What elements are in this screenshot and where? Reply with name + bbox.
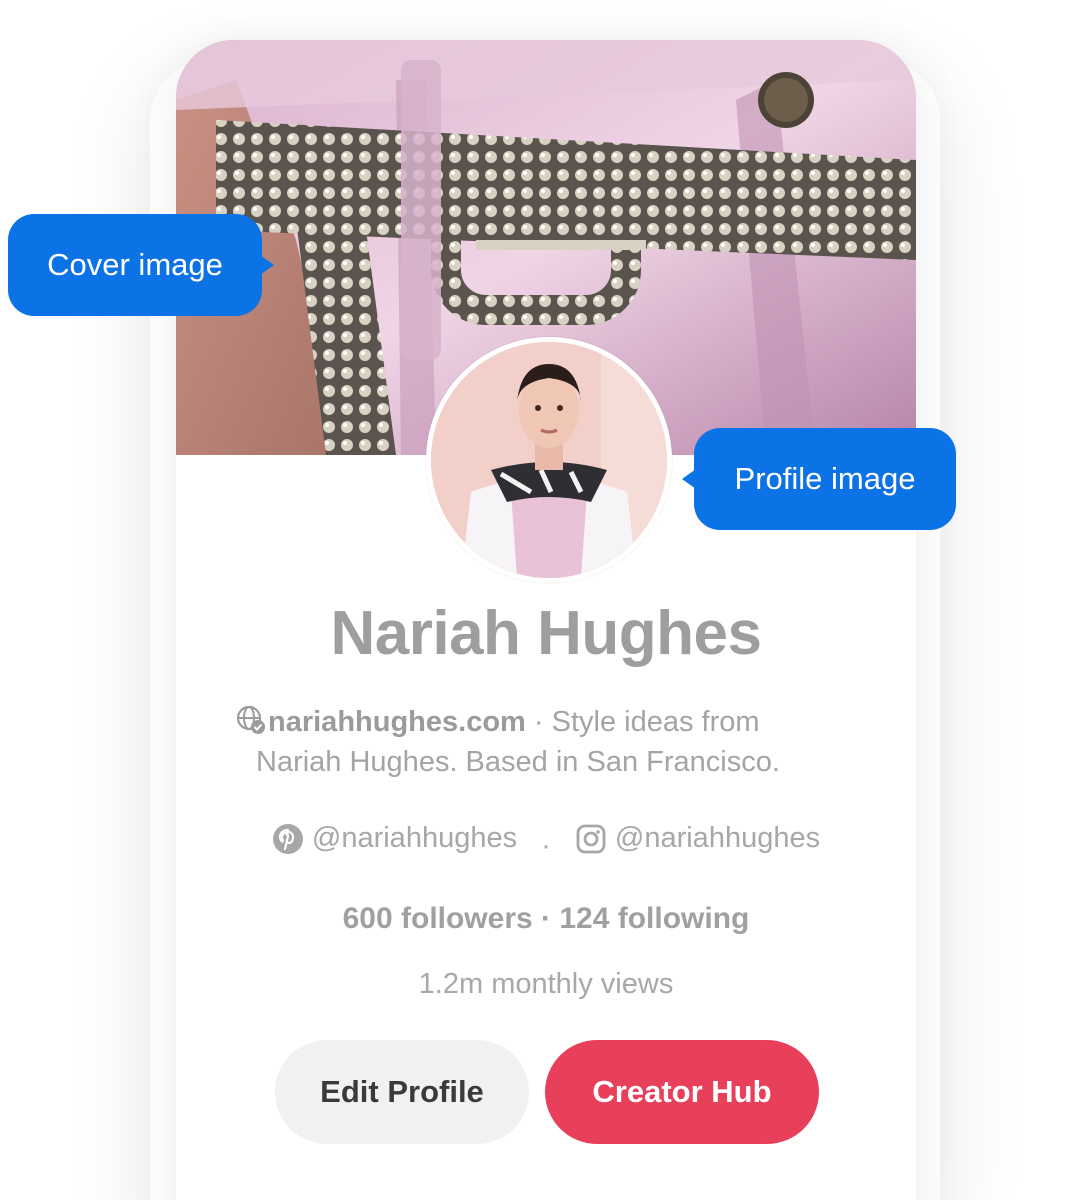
monthly-views: 1.2m monthly views: [418, 968, 674, 1000]
social-links: @nariahhughes · @nariahhughes: [176, 822, 916, 863]
profile-name: Nariah Hughes: [330, 599, 762, 668]
instagram-link[interactable]: @nariahhughes: [575, 822, 820, 855]
globe-verified-icon: [236, 705, 266, 735]
bio-text-line2: Nariah Hughes. Based in San Francisco.: [256, 746, 780, 778]
cover-image-callout: Cover image: [8, 214, 274, 316]
profile-bio: nariahhughes.com · Style ideas from Nari…: [236, 702, 856, 782]
pinterest-handle: @nariahhughes: [311, 822, 518, 854]
profile-image-callout: Profile image: [682, 428, 956, 530]
social-separator: ·: [541, 829, 551, 862]
pinterest-icon: [272, 823, 303, 854]
creator-hub-button[interactable]: Creator Hub: [545, 1040, 819, 1144]
instagram-handle: @nariahhughes: [614, 822, 821, 854]
instagram-icon: [576, 824, 606, 853]
profile-avatar[interactable]: [426, 337, 672, 583]
profile-preview-stage: Nariah Hughes nariahhughes.com · Style i…: [0, 0, 1092, 1200]
pinterest-link[interactable]: @nariahhughes: [272, 822, 517, 855]
follower-stats[interactable]: 600 followers · 124 following: [176, 902, 916, 936]
edit-profile-button[interactable]: Edit Profile: [275, 1040, 529, 1144]
website-link[interactable]: nariahhughes.com: [268, 706, 526, 738]
bio-text-line1: · Style ideas from: [525, 706, 760, 738]
